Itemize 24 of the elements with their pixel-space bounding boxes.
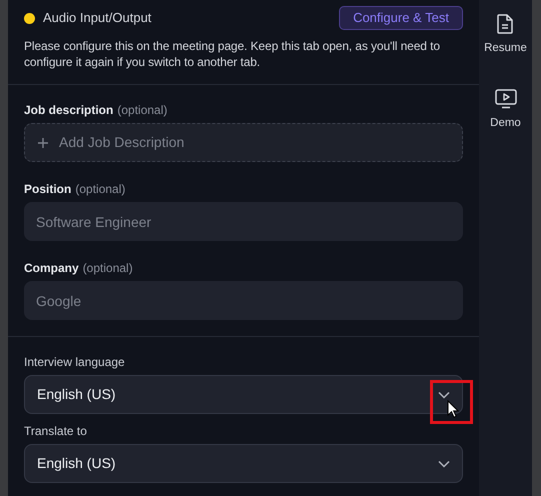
field-label: Job description <box>24 103 114 117</box>
chevron-down-icon <box>438 460 450 468</box>
text-input-field[interactable]: Google <box>24 281 463 320</box>
optional-hint: (optional) <box>117 103 168 117</box>
sidebar-link[interactable]: Resume <box>484 40 527 58</box>
info-text: Please configure this on the meeting page. Keep this tab open, as you'll need to configure it again if you switch to another tab. <box>24 38 441 70</box>
language-dropdown[interactable]: English (US) <box>24 444 463 483</box>
configure-test-button[interactable]: Configure & Test <box>339 6 463 30</box>
chevron-down-icon <box>438 390 450 398</box>
field-label: Position <box>24 182 72 196</box>
mouse-cursor-icon <box>447 400 459 418</box>
field-label: Company <box>24 261 79 275</box>
document-icon <box>497 14 514 34</box>
sidebar-link[interactable]: Demo <box>490 115 521 132</box>
optional-hint: (optional) <box>82 261 133 275</box>
language-dropdown[interactable]: English (US) <box>24 375 463 414</box>
plus-icon <box>37 136 49 148</box>
text-input-field[interactable]: Software Engineer <box>24 202 463 241</box>
select-label: Translate to <box>24 424 88 438</box>
video-player-icon <box>494 89 516 110</box>
optional-hint: (optional) <box>75 182 126 196</box>
audio-label: Audio Input/Output <box>43 9 152 28</box>
add-job-description-button[interactable]: Add Job Description <box>24 123 463 162</box>
select-label: Interview language <box>24 355 126 369</box>
